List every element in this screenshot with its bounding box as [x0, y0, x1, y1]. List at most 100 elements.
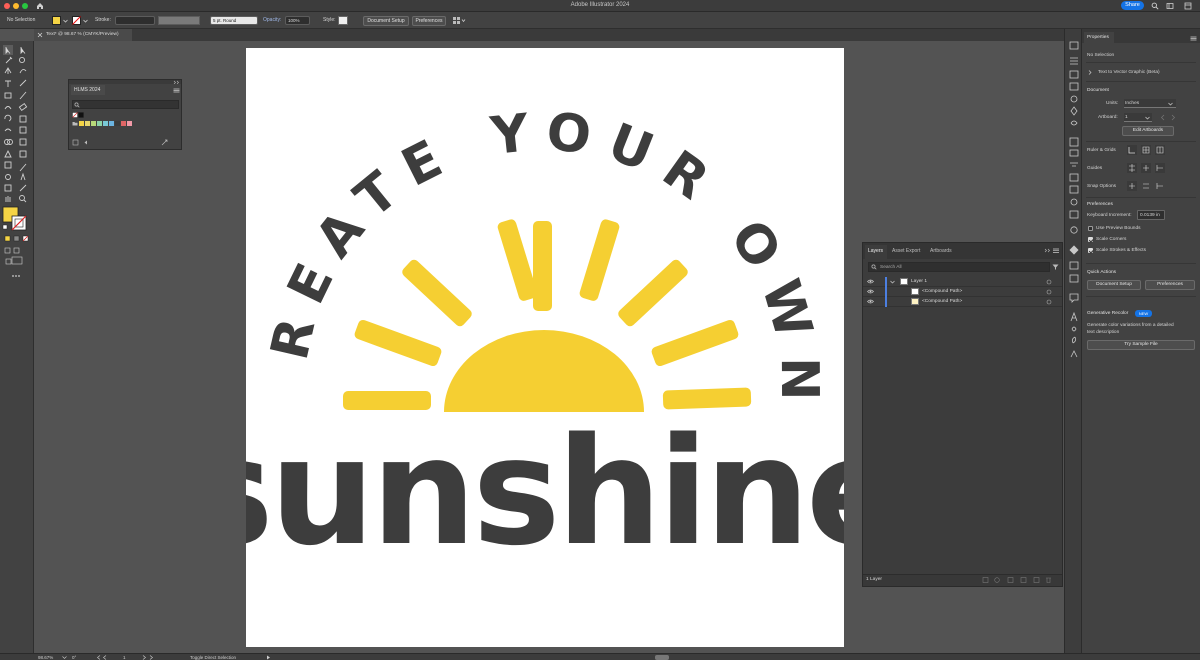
chevron-down-icon — [1145, 116, 1150, 120]
preferences-button[interactable]: Preferences — [412, 15, 446, 26]
layer-thumbnail — [900, 278, 908, 285]
divider — [1086, 296, 1196, 297]
rotation-value[interactable]: 0° — [72, 655, 76, 660]
snap-toggles[interactable] — [1126, 180, 1166, 192]
use-preview-bounds-checkbox[interactable] — [1088, 226, 1093, 231]
layer-row[interactable]: Layer 1 — [863, 277, 1062, 287]
collapse-icon[interactable] — [173, 80, 181, 84]
opacity-field[interactable]: 100% — [285, 16, 310, 25]
play-icon[interactable] — [266, 655, 271, 660]
close-icon[interactable] — [37, 32, 43, 38]
chevron-right-icon[interactable] — [1088, 70, 1092, 75]
keyboard-increment-field[interactable]: 0.0139 in — [1137, 210, 1165, 220]
color-swatch[interactable] — [79, 121, 84, 126]
sublayer-name[interactable]: <Compound Path> — [922, 299, 962, 304]
fill-swatch[interactable] — [52, 16, 61, 25]
layers-footer-icons[interactable] — [981, 576, 1061, 584]
zoom-level[interactable]: 98.67% — [38, 655, 53, 660]
none-swatch[interactable] — [72, 112, 84, 119]
chevron-down-icon[interactable] — [62, 656, 67, 659]
stroke-weight-field[interactable] — [115, 16, 155, 25]
color-swatch[interactable] — [121, 121, 126, 126]
panel-grip[interactable] — [69, 80, 181, 84]
artboard-label: Artboard: — [1098, 115, 1118, 120]
units-label: Units: — [1106, 101, 1119, 106]
artboard-dropdown[interactable]: 1 — [1124, 113, 1152, 122]
panel-menu-icon[interactable] — [1190, 36, 1197, 41]
color-swatch[interactable] — [103, 121, 108, 126]
eye-icon[interactable] — [867, 279, 874, 284]
document-setup-button[interactable]: Document Setup — [1087, 280, 1141, 290]
artboard-nav-icons[interactable] — [1160, 114, 1188, 121]
document-setup-button[interactable]: Document Setup — [363, 15, 409, 26]
text-to-vector-link[interactable]: Text to Vector Graphic (Beta) — [1098, 70, 1160, 75]
target-icon[interactable] — [1046, 279, 1052, 285]
share-button[interactable]: Share — [1121, 1, 1144, 10]
new-badge: NEW — [1135, 310, 1152, 317]
sun-ray — [579, 219, 620, 301]
brush-definition[interactable]: 5 pt. Round — [210, 16, 258, 25]
variable-width-profile[interactable] — [158, 16, 200, 25]
search-icon[interactable] — [1151, 2, 1159, 10]
scale-corners-checkbox[interactable] — [1088, 237, 1093, 242]
sublayer-name[interactable]: <Compound Path> — [922, 289, 962, 294]
selection-status: No Selection — [1087, 53, 1115, 58]
divider — [1086, 141, 1196, 142]
color-swatch[interactable] — [115, 121, 120, 126]
graphic-style-swatch[interactable] — [338, 16, 348, 25]
panel-dock-icons[interactable] — [1067, 39, 1081, 379]
color-swatch[interactable] — [85, 121, 90, 126]
color-swatch[interactable] — [97, 121, 102, 126]
tab-artboards[interactable]: Artboards — [930, 248, 952, 254]
search-icon — [871, 264, 877, 270]
chevron-down-icon[interactable] — [83, 19, 88, 23]
artwork[interactable]: CREATE YOUR OWN sunshine — [246, 48, 844, 647]
selection-status: No Selection — [7, 17, 36, 23]
artboard-prev-icons[interactable] — [96, 655, 118, 660]
preferences-button[interactable]: Preferences — [1145, 280, 1195, 290]
artboard[interactable]: CREATE YOUR OWN sunshine — [246, 48, 844, 647]
preferences-heading: Preferences — [1087, 202, 1113, 207]
panel-menu-icon[interactable] — [1044, 248, 1060, 254]
tools-panel — [0, 41, 34, 653]
tool-icons[interactable] — [0, 41, 34, 301]
sublayer-row[interactable]: <Compound Path> — [863, 297, 1062, 307]
edit-artboards-button[interactable]: Edit Artboards — [1122, 126, 1174, 136]
swatch-footer-icons[interactable] — [72, 139, 178, 146]
units-dropdown[interactable]: Inches — [1124, 99, 1176, 108]
arrange-documents-icon[interactable] — [452, 16, 466, 25]
scale-strokes-checkbox[interactable] — [1088, 248, 1093, 253]
guides-toggles[interactable] — [1126, 162, 1166, 174]
color-swatch[interactable] — [91, 121, 96, 126]
eye-icon[interactable] — [867, 289, 874, 294]
panels-icon[interactable] — [1184, 2, 1192, 10]
color-swatch[interactable] — [127, 121, 132, 126]
stroke-swatch[interactable] — [72, 16, 81, 25]
artboard-next-icons[interactable] — [142, 655, 164, 660]
layer-name[interactable]: Layer 1 — [911, 279, 927, 284]
try-sample-file-button[interactable]: Try Sample File — [1087, 340, 1195, 350]
target-icon[interactable] — [1046, 289, 1052, 295]
artboard-number[interactable]: 1 — [123, 655, 126, 660]
workspace-icon[interactable] — [1166, 2, 1174, 10]
document-tab[interactable]: Text* @ 98.67 % (CMYK/Preview) — [34, 29, 132, 41]
eye-icon[interactable] — [867, 299, 874, 304]
ruler-grid-toggles[interactable] — [1126, 144, 1166, 156]
artboard-value: 1 — [1125, 114, 1128, 120]
chevron-down-icon[interactable] — [63, 19, 68, 23]
status-bar: 98.67% 0° 1 Toggle Direct Selection — [0, 653, 1200, 660]
snap-options-label: Snap Options — [1087, 184, 1117, 189]
panel-menu-icon[interactable] — [173, 88, 180, 93]
filter-icon[interactable] — [1052, 264, 1059, 270]
target-icon[interactable] — [1046, 299, 1052, 305]
opacity-label[interactable]: Opacity: — [263, 17, 281, 23]
scale-corners-label: Scale Corners — [1096, 237, 1127, 242]
swatch-search-field[interactable] — [72, 100, 179, 109]
color-swatch[interactable] — [109, 121, 114, 126]
sublayer-row[interactable]: <Compound Path> — [863, 287, 1062, 297]
horizontal-scrollbar[interactable] — [655, 654, 669, 660]
chevron-down-icon[interactable] — [890, 280, 895, 284]
generative-recolor-heading: Generative Recolor — [1087, 311, 1129, 316]
tab-asset-export[interactable]: Asset Export — [892, 248, 920, 254]
layers-search-field[interactable]: Search All — [868, 262, 1050, 272]
